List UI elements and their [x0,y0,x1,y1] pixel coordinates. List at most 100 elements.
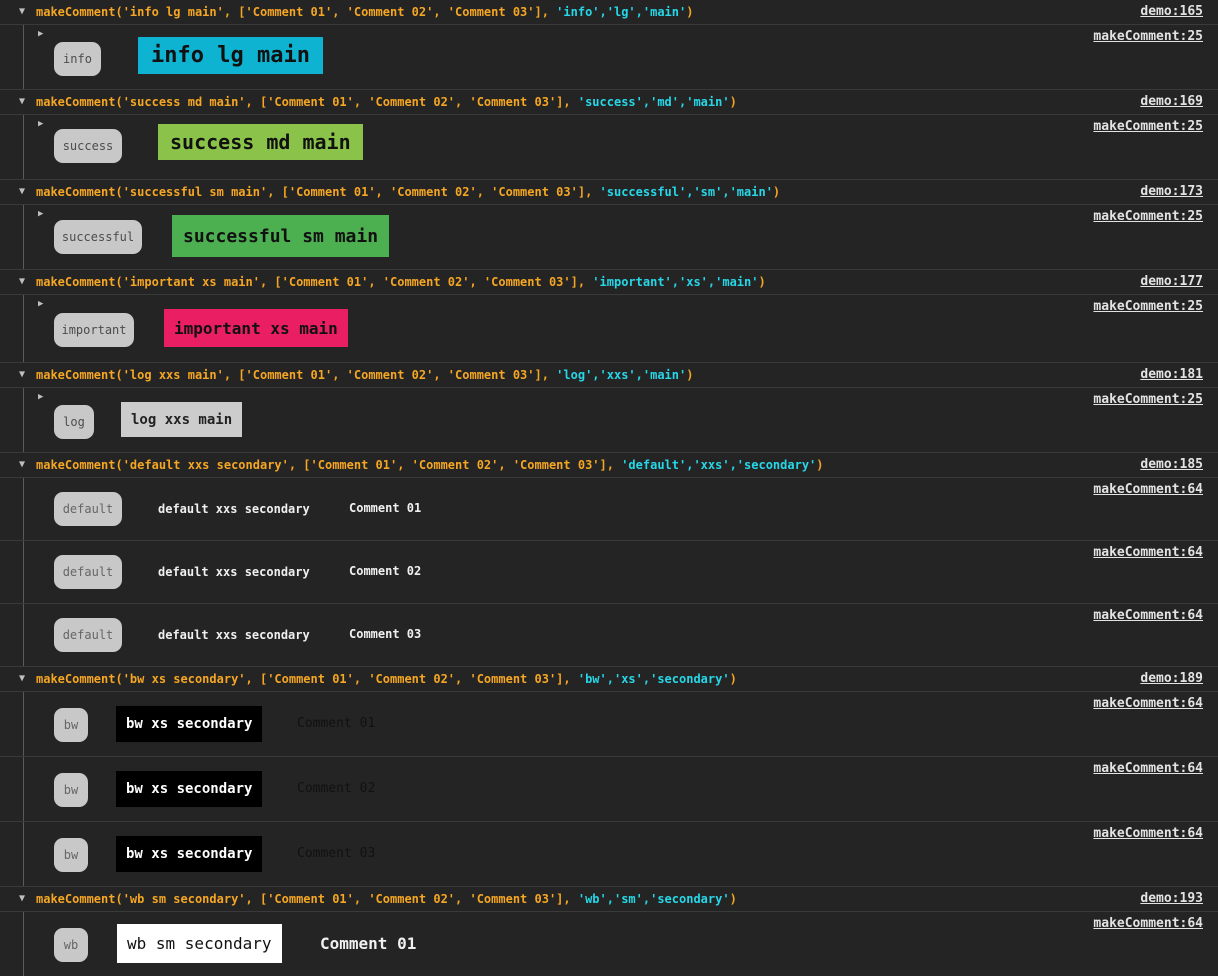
call-text: makeComment('info lg main', ['Comment 01… [36,5,557,19]
source-link[interactable]: makeComment:64 [1093,544,1203,562]
collapse-arrow-icon[interactable]: ▼ [19,363,29,387]
console-group: ▼ makeComment('wb sm secondary', ['Comme… [0,887,1218,976]
collapse-arrow-icon[interactable]: ▼ [19,90,29,114]
group-header[interactable]: ▼ makeComment('log xxs main', ['Comment … [0,363,1218,388]
type-pill: success [54,129,122,163]
source-link[interactable]: demo:173 [1140,180,1203,204]
source-link[interactable]: demo:181 [1140,363,1203,387]
comment-text: Comment 01 [297,716,376,731]
comment-text: Comment 02 [297,781,376,796]
source-link[interactable]: makeComment:25 [1093,118,1203,136]
styled-label: bw xs secondary [116,771,263,807]
styled-label: wb sm secondary [117,924,282,963]
styled-label: important xs main [164,309,348,347]
source-link[interactable]: makeComment:25 [1093,208,1203,226]
comment-text: Comment 03 [349,627,422,641]
call-suffix: ) [816,458,824,472]
styled-label: success md main [158,124,363,160]
type-pill: default [54,555,122,589]
styled-label: bw xs secondary [116,706,263,742]
console-group: ▼ makeComment('log xxs main', ['Comment … [0,363,1218,453]
collapse-arrow-icon[interactable]: ▼ [19,270,29,294]
source-link[interactable]: demo:185 [1140,453,1203,477]
group-header[interactable]: ▼ makeComment('success md main', ['Comme… [0,90,1218,115]
log-row: ▶ important important xs main makeCommen… [0,295,1218,363]
call-args: 'successful','sm','main' [599,185,773,199]
expand-arrow-icon[interactable]: ▶ [38,29,43,39]
call-text: makeComment('success md main', ['Comment… [36,95,578,109]
styled-label: default xxs secondary [158,502,310,516]
collapse-arrow-icon[interactable]: ▼ [19,667,29,691]
group-header[interactable]: ▼ makeComment('info lg main', ['Comment … [0,0,1218,25]
collapse-arrow-icon[interactable]: ▼ [19,180,29,204]
type-pill: bw [54,773,88,807]
log-row: default default xxs secondary Comment 01… [0,478,1218,541]
source-link[interactable]: makeComment:64 [1093,760,1203,778]
styled-label: info lg main [138,37,323,74]
call-suffix: ) [772,185,781,199]
type-pill: info [54,42,101,76]
call-args: 'wb','sm','secondary' [577,892,730,906]
console-group: ▼ makeComment('success md main', ['Comme… [0,90,1218,180]
source-link[interactable]: demo:165 [1140,0,1203,24]
type-pill: important [54,313,134,347]
expand-arrow-icon[interactable]: ▶ [38,392,43,402]
styled-label: default xxs secondary [158,565,310,579]
type-pill: wb [54,928,88,962]
collapse-arrow-icon[interactable]: ▼ [19,0,29,24]
group-call: makeComment('important xs main', ['Comme… [36,270,766,294]
log-row: wb wb sm secondary Comment 01 makeCommen… [0,912,1218,976]
call-suffix: ) [686,5,694,19]
styled-label: successful sm main [172,215,390,257]
console-group: ▼ makeComment('info lg main', ['Comment … [0,0,1218,90]
call-suffix: ) [758,275,766,289]
collapse-arrow-icon[interactable]: ▼ [19,887,29,911]
log-row: bw bw xs secondary Comment 02 makeCommen… [0,757,1218,822]
source-link[interactable]: makeComment:64 [1093,915,1203,933]
source-link[interactable]: demo:189 [1140,667,1203,691]
source-link[interactable]: makeComment:25 [1093,28,1203,46]
type-pill: successful [54,220,142,254]
source-link[interactable]: makeComment:25 [1093,298,1203,316]
source-link[interactable]: demo:169 [1140,90,1203,114]
log-row: bw bw xs secondary Comment 01 makeCommen… [0,692,1218,757]
log-row: ▶ successful successful sm main makeComm… [0,205,1218,270]
console-group: ▼ makeComment('successful sm main', ['Co… [0,180,1218,270]
group-header[interactable]: ▼ makeComment('successful sm main', ['Co… [0,180,1218,205]
comment-text: Comment 01 [349,501,422,515]
call-text: makeComment('default xxs secondary', ['C… [36,458,622,472]
call-text: makeComment('successful sm main', ['Comm… [36,185,600,199]
expand-arrow-icon[interactable]: ▶ [38,299,43,309]
source-link[interactable]: demo:193 [1140,887,1203,911]
comment-text: Comment 01 [320,934,417,953]
group-header[interactable]: ▼ makeComment('bw xs secondary', ['Comme… [0,667,1218,692]
comment-text: Comment 02 [349,564,422,578]
log-row: default default xxs secondary Comment 03… [0,604,1218,667]
call-text: makeComment('important xs main', ['Comme… [36,275,593,289]
call-args: 'default','xxs','secondary' [621,458,817,472]
source-link[interactable]: makeComment:64 [1093,825,1203,843]
group-header[interactable]: ▼ makeComment('wb sm secondary', ['Comme… [0,887,1218,912]
expand-arrow-icon[interactable]: ▶ [38,209,43,219]
log-row: default default xxs secondary Comment 02… [0,541,1218,604]
collapse-arrow-icon[interactable]: ▼ [19,453,29,477]
source-link[interactable]: makeComment:64 [1093,607,1203,625]
type-pill: log [54,405,94,439]
type-pill: bw [54,708,88,742]
group-header[interactable]: ▼ makeComment('important xs main', ['Com… [0,270,1218,295]
call-suffix: ) [729,892,737,906]
source-link[interactable]: makeComment:25 [1093,391,1203,409]
console-panel: ▼ makeComment('info lg main', ['Comment … [0,0,1218,976]
source-link[interactable]: demo:177 [1140,270,1203,294]
call-text: makeComment('log xxs main', ['Comment 01… [36,368,557,382]
call-text: makeComment('bw xs secondary', ['Comment… [36,672,578,686]
call-args: 'bw','xs','secondary' [577,672,730,686]
expand-arrow-icon[interactable]: ▶ [38,119,43,129]
source-link[interactable]: makeComment:64 [1093,481,1203,499]
console-group: ▼ makeComment('default xxs secondary', [… [0,453,1218,667]
styled-label: bw xs secondary [116,836,263,872]
group-header[interactable]: ▼ makeComment('default xxs secondary', [… [0,453,1218,478]
source-link[interactable]: makeComment:64 [1093,695,1203,713]
styled-label: default xxs secondary [158,628,310,642]
call-args: 'success','md','main' [577,95,730,109]
